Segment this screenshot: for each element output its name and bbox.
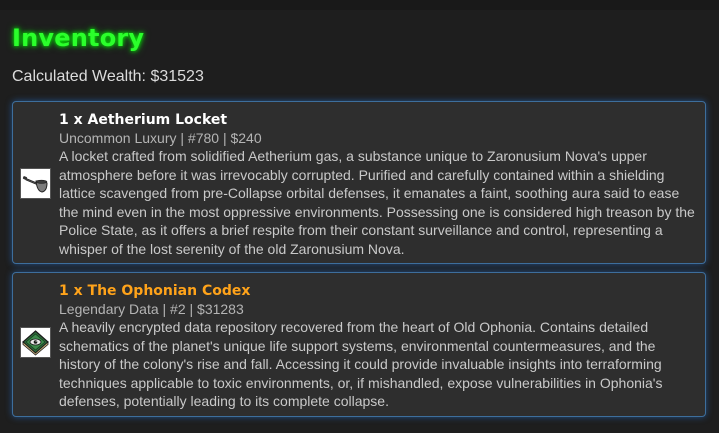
item-details: 1 x The Ophonian Codex Legendary Data | … bbox=[59, 282, 697, 411]
item-description: A locket crafted from solidified Aetheri… bbox=[59, 148, 695, 257]
item-name: 1 x The Ophonian Codex bbox=[59, 283, 251, 299]
calculated-wealth: Calculated Wealth: $31523 bbox=[12, 68, 204, 85]
item-meta: Legendary Data | #2 | $31283 bbox=[59, 301, 244, 317]
inventory-item-card[interactable]: 1 x Aetherium Locket Uncommon Luxury | #… bbox=[12, 101, 706, 264]
inventory-item-card[interactable]: 1 x The Ophonian Codex Legendary Data | … bbox=[12, 272, 706, 417]
page-title: Inventory bbox=[12, 24, 145, 52]
item-meta: Uncommon Luxury | #780 | $240 bbox=[59, 130, 262, 146]
item-name: 1 x Aetherium Locket bbox=[59, 112, 228, 128]
top-bar bbox=[0, 0, 719, 10]
locket-pipe-icon bbox=[20, 168, 51, 199]
codex-eye-icon bbox=[20, 327, 51, 358]
item-details: 1 x Aetherium Locket Uncommon Luxury | #… bbox=[59, 111, 697, 258]
item-description: A heavily encrypted data repository reco… bbox=[59, 319, 663, 409]
